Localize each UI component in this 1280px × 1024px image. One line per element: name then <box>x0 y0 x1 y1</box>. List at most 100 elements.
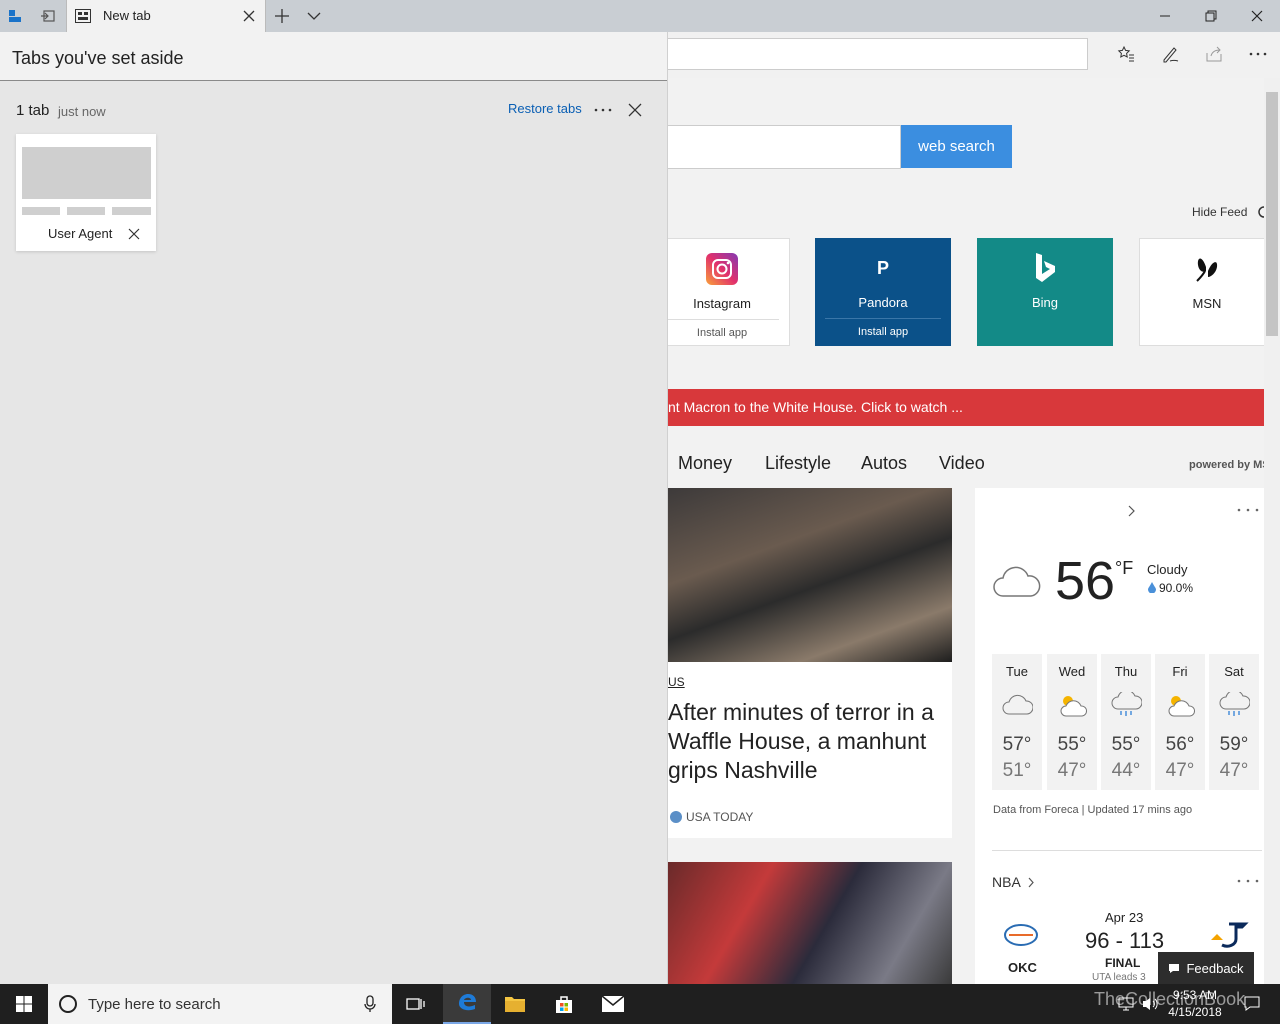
folder-icon <box>505 997 525 1012</box>
mail-button[interactable] <box>589 984 637 1024</box>
tile-name: Instagram <box>693 296 751 311</box>
nba-label[interactable]: NBA <box>992 874 1021 890</box>
utah-jazz-logo-icon <box>1211 922 1249 948</box>
partly-sunny-icon <box>1060 696 1088 717</box>
news-headline[interactable]: After minutes of terror in a Waffle Hous… <box>668 698 948 785</box>
more-icon[interactable] <box>594 108 612 112</box>
tabs-aside-icon[interactable] <box>0 0 32 32</box>
saved-tab-card[interactable]: User Agent <box>16 134 156 251</box>
tile-instagram[interactable]: Instagram Install app <box>668 238 790 346</box>
tile-pandora[interactable]: P Pandora Install app <box>815 238 951 346</box>
task-view-button[interactable] <box>392 984 440 1024</box>
low-temp: 47° <box>1057 760 1087 781</box>
category-lifestyle[interactable]: Lifestyle <box>765 453 831 474</box>
temp-unit[interactable]: °F <box>1115 558 1133 579</box>
scrollbar[interactable] <box>1264 78 1280 984</box>
thumbnail-bar <box>67 207 105 215</box>
close-icon[interactable] <box>128 228 140 240</box>
scroll-thumb[interactable] <box>1266 92 1278 336</box>
hide-feed-link[interactable]: Hide Feed <box>1192 205 1247 219</box>
precipitation: 90.0% <box>1159 581 1194 595</box>
address-bar[interactable] <box>668 38 1088 70</box>
powered-by-label: powered by MS <box>1189 459 1264 471</box>
gear-icon[interactable] <box>1256 204 1264 220</box>
more-icon[interactable] <box>1237 879 1259 883</box>
tile-msn[interactable]: MSN <box>1139 238 1264 346</box>
game-date: Apr 23 <box>1105 910 1144 925</box>
cortana-icon <box>59 995 77 1013</box>
divider <box>992 850 1262 851</box>
chevron-right-icon[interactable] <box>1027 877 1035 888</box>
start-button[interactable] <box>0 984 48 1024</box>
web-search-input[interactable] <box>668 125 901 169</box>
forecast-day[interactable]: Thu 55° 44° <box>1101 654 1151 790</box>
feedback-button[interactable]: Feedback <box>1158 952 1254 984</box>
tab-preview-button[interactable] <box>298 0 330 32</box>
chevron-down-icon <box>307 12 321 20</box>
action-center-icon[interactable] <box>1244 996 1260 1012</box>
bing-icon <box>1029 252 1061 284</box>
tab-title: New tab <box>103 8 151 23</box>
news-image <box>668 488 952 662</box>
tab-new-tab[interactable]: New tab <box>66 0 266 32</box>
store-button[interactable] <box>540 984 588 1024</box>
forecast-day[interactable]: Fri 56° 47° <box>1155 654 1205 790</box>
rain-icon <box>1111 692 1142 716</box>
clock-date: 4/15/2018 <box>1168 1005 1222 1019</box>
minimize-button[interactable] <box>1142 0 1188 32</box>
network-icon[interactable] <box>1118 996 1136 1012</box>
day-name: Wed <box>1058 664 1086 679</box>
set-aside-tabs-icon[interactable] <box>32 0 64 32</box>
favorites-icon[interactable] <box>1114 42 1138 66</box>
feedback-label: Feedback <box>1186 960 1244 976</box>
instagram-icon <box>706 253 738 285</box>
system-clock[interactable]: 9:53 AM 4/15/2018 <box>1160 987 1230 1021</box>
low-temp: 47° <box>1165 760 1195 781</box>
microphone-icon[interactable] <box>364 995 376 1013</box>
new-tab-button[interactable] <box>266 0 298 32</box>
msn-butterfly-icon <box>1191 253 1223 285</box>
saved-tab-title: User Agent <box>48 226 113 241</box>
taskbar-search-box[interactable]: Type here to search <box>48 984 392 1024</box>
more-icon[interactable] <box>1246 42 1270 66</box>
install-app-link[interactable]: Install app <box>668 319 779 339</box>
cloudy-icon <box>1002 694 1033 715</box>
chevron-right-icon[interactable] <box>1127 505 1137 517</box>
clock-time: 9:53 AM <box>1172 988 1218 1002</box>
news-image[interactable] <box>668 862 952 984</box>
tabs-aside-panel: Tabs you've set aside 1 tab just now Res… <box>0 32 668 984</box>
edge-taskbar-button[interactable] <box>443 984 491 1024</box>
mail-icon <box>601 995 625 1012</box>
close-tab-icon[interactable] <box>241 8 257 24</box>
close-window-button[interactable] <box>1234 0 1280 32</box>
restore-tabs-link[interactable]: Restore tabs <box>508 101 582 116</box>
rain-icon <box>1219 692 1250 716</box>
file-explorer-button[interactable] <box>491 984 539 1024</box>
more-icon[interactable] <box>1237 508 1259 512</box>
close-icon <box>1251 10 1263 22</box>
team-abbrev: OKC <box>1008 960 1037 975</box>
high-temp: 57° <box>1002 734 1032 755</box>
share-icon[interactable] <box>1202 42 1226 66</box>
category-video[interactable]: Video <box>939 453 985 474</box>
low-temp: 44° <box>1111 760 1141 781</box>
breaking-news-banner[interactable]: nt Macron to the White House. Click to w… <box>668 389 1264 426</box>
task-view-icon <box>406 998 425 1010</box>
pen-icon[interactable] <box>1158 42 1182 66</box>
restore-window-icon <box>1205 10 1217 22</box>
forecast-day[interactable]: Sat 59° 47° <box>1209 654 1259 790</box>
forecast-day[interactable]: Tue 57° 51° <box>992 654 1042 790</box>
install-app-link[interactable]: Install app <box>825 318 941 338</box>
category-money[interactable]: Money <box>678 453 732 474</box>
news-card[interactable]: US After minutes of terror in a Waffle H… <box>668 488 952 838</box>
new-tab-page: web search Hide Feed Instagram Install a… <box>668 78 1264 984</box>
news-category-link[interactable]: US <box>668 675 685 689</box>
close-icon[interactable] <box>628 103 642 117</box>
volume-icon[interactable] <box>1142 996 1158 1012</box>
forecast-day[interactable]: Wed 55° 47° <box>1047 654 1097 790</box>
web-search-button[interactable]: web search <box>901 125 1012 168</box>
tile-bing[interactable]: Bing <box>977 238 1113 346</box>
category-autos[interactable]: Autos <box>861 453 907 474</box>
restore-button[interactable] <box>1188 0 1234 32</box>
low-temp: 47° <box>1219 760 1249 781</box>
